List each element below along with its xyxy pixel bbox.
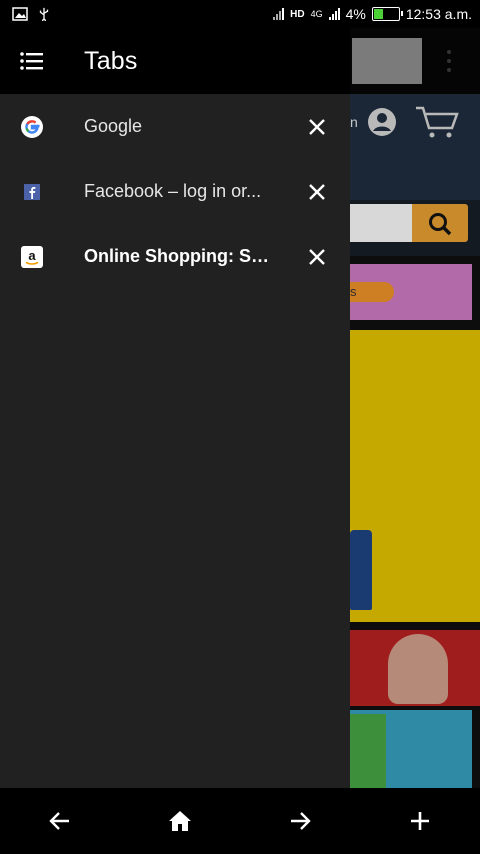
close-icon — [309, 118, 325, 135]
tab-title: Google — [84, 116, 143, 136]
bottom-navigation-bar — [0, 788, 480, 854]
home-button[interactable] — [120, 788, 240, 854]
search-icon — [429, 213, 452, 236]
diaper-packs-image — [350, 714, 386, 792]
battery-icon — [371, 7, 403, 21]
tabs-drawer: Tabs Google Facebook – log in or... a On… — [0, 28, 350, 788]
drawer-header: Tabs — [0, 28, 350, 94]
list-menu-icon — [20, 52, 43, 70]
close-tab-button[interactable] — [304, 179, 330, 205]
site-search-input[interactable] — [350, 204, 412, 242]
url-bar[interactable] — [352, 38, 422, 84]
drawer-title: Tabs — [84, 46, 138, 75]
usb-icon — [39, 7, 49, 21]
hd-indicator: HD — [290, 8, 305, 20]
plus-icon — [411, 812, 429, 830]
signal-strength-icon-2 — [328, 8, 340, 20]
tab-item-google[interactable]: Google — [0, 94, 350, 159]
facebook-icon — [21, 181, 43, 203]
tab-title: Online Shopping: Sh... — [84, 246, 274, 266]
product-image — [350, 530, 372, 610]
account-icon[interactable] — [366, 106, 398, 138]
close-icon — [309, 183, 325, 200]
tab-item-amazon[interactable]: a Online Shopping: Sh... — [0, 224, 350, 289]
google-icon — [21, 115, 43, 138]
battery-percent: 4% — [345, 6, 366, 22]
signin-link-fragment[interactable]: n — [350, 114, 358, 130]
close-tab-button[interactable] — [304, 114, 330, 140]
tab-item-facebook[interactable]: Facebook – log in or... — [0, 159, 350, 224]
clock: 12:53 a.m. — [405, 6, 472, 22]
arrow-left-icon — [49, 812, 69, 830]
network-type: 4G — [310, 9, 323, 19]
site-search-button[interactable] — [412, 204, 468, 242]
new-tab-button[interactable] — [360, 788, 480, 854]
cart-icon[interactable] — [414, 104, 460, 140]
status-bar: HD 4G 4% 12:53 a.m. — [0, 0, 480, 28]
model-image — [388, 634, 448, 704]
tab-title: Facebook – log in or... — [84, 181, 262, 201]
promo-banner[interactable]: s — [350, 264, 472, 320]
amazon-icon: a — [21, 245, 43, 268]
arrow-right-icon — [291, 812, 311, 830]
overflow-menu-icon[interactable] — [446, 50, 452, 74]
forward-button[interactable] — [240, 788, 360, 854]
gallery-notification-icon — [12, 7, 28, 21]
svg-text:a: a — [28, 248, 36, 263]
promo-text-fragment: s — [350, 284, 357, 299]
back-button[interactable] — [0, 788, 120, 854]
signal-strength-icon — [273, 8, 285, 20]
home-icon — [169, 811, 191, 831]
close-icon — [309, 248, 325, 265]
close-tab-button[interactable] — [304, 244, 330, 270]
menu-button[interactable] — [0, 28, 64, 94]
